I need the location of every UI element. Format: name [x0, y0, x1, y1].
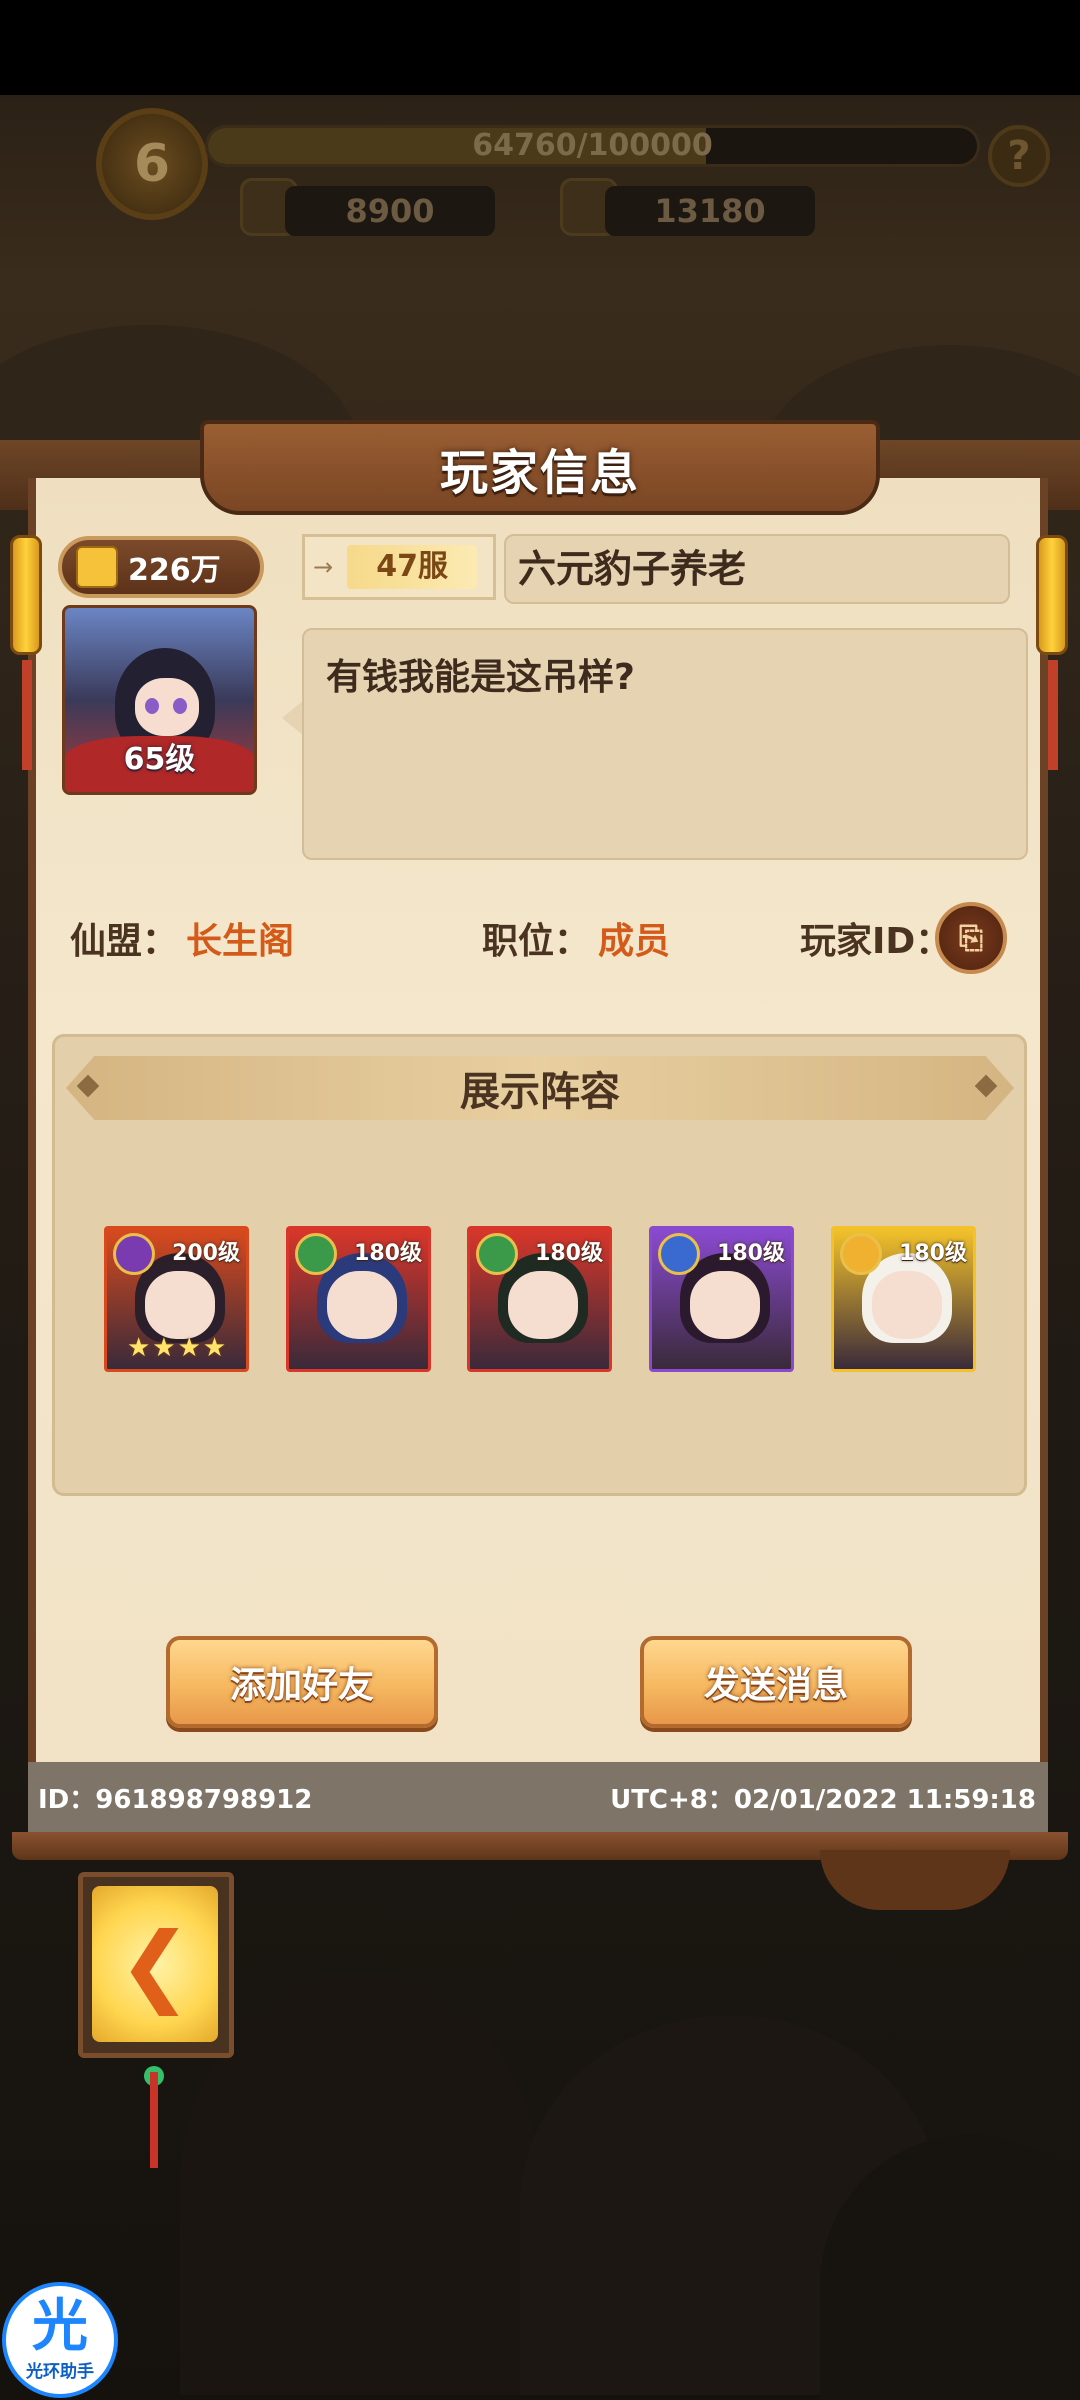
lineup-hero-card[interactable]: 200级 ★★★★ — [104, 1226, 249, 1372]
alliance-label: 仙盟： — [70, 921, 179, 962]
left-lantern — [10, 535, 42, 655]
faction-icon — [113, 1233, 155, 1275]
back-arrow-icon: ❮ — [118, 1912, 192, 2016]
lineup-banner: 展示阵容 — [66, 1056, 1014, 1120]
avatar-eye — [145, 698, 159, 714]
resource2-value: 13180 — [605, 186, 815, 236]
player-id-label: 玩家ID： — [800, 921, 952, 962]
faction-icon — [476, 1233, 518, 1275]
send-message-button[interactable]: 发送消息 — [640, 1636, 912, 1728]
avatar-level: 65级 — [123, 742, 196, 777]
hero-level: 200级 — [172, 1241, 240, 1266]
dialog-bottom-ornament — [820, 1850, 1010, 1910]
hero-face — [690, 1271, 760, 1339]
assistant-label: 光环助手 — [26, 2361, 94, 2382]
footer-id: ID：961898798912 — [38, 1784, 313, 1815]
footer-time: UTC+8：02/01/2022 11:59:18 — [610, 1784, 1036, 1815]
player-level-badge: 6 — [96, 108, 208, 220]
back-button[interactable]: ❮ — [92, 1886, 218, 2042]
combat-power-value: 226万 — [128, 553, 221, 588]
copy-id-button[interactable]: ⎘ — [935, 902, 1007, 974]
faction-icon — [658, 1233, 700, 1275]
server-tag: → 47服 — [302, 534, 496, 600]
dialog-title: 玩家信息 — [439, 444, 640, 501]
lineup-hero-card[interactable]: 180级 — [286, 1226, 431, 1372]
fist-icon — [76, 546, 118, 588]
server-label: 47服 — [347, 545, 478, 589]
alliance-value[interactable]: 长生阁 — [186, 912, 294, 964]
assistant-logo-icon: 光 — [32, 2293, 88, 2359]
hero-stars: ★★★★ — [127, 1333, 229, 1363]
resource1-value: 8900 — [285, 186, 495, 236]
speech-tail — [282, 700, 304, 736]
player-name: 六元豹子养老 — [504, 534, 1010, 604]
hero-level: 180级 — [899, 1241, 967, 1266]
player-avatar[interactable]: 65级 — [62, 605, 257, 795]
position-value: 成员 — [598, 921, 671, 962]
signature-box: 有钱我能是这吊样? — [302, 628, 1028, 860]
tassel-string — [150, 2072, 158, 2168]
copy-icon: ⎘ — [959, 920, 983, 956]
position-label: 职位： — [482, 921, 591, 962]
right-post — [1048, 660, 1058, 770]
signature-text: 有钱我能是这吊样? — [326, 657, 635, 698]
lineup-hero-card[interactable]: 180级 — [649, 1226, 794, 1372]
assistant-badge[interactable]: 光 光环助手 — [2, 2282, 118, 2398]
hero-face — [145, 1271, 215, 1339]
hero-face — [327, 1271, 397, 1339]
hero-level: 180级 — [535, 1241, 603, 1266]
add-friend-button[interactable]: 添加好友 — [166, 1636, 438, 1728]
experience-text: 64760/100000 — [472, 128, 713, 163]
lineup-hero-card[interactable]: 180级 — [831, 1226, 976, 1372]
help-button[interactable]: ? — [988, 125, 1050, 187]
lineup-title: 展示阵容 — [460, 1069, 620, 1115]
lineup-hero-card[interactable]: 180级 — [467, 1226, 612, 1372]
faction-icon — [295, 1233, 337, 1275]
left-post — [22, 660, 32, 770]
hero-level: 180级 — [354, 1241, 422, 1266]
right-lantern — [1036, 535, 1068, 655]
hero-face — [872, 1271, 942, 1339]
combat-power-badge: 226万 — [58, 536, 264, 598]
avatar-eye — [173, 698, 187, 714]
hero-face — [508, 1271, 578, 1339]
info-footer: ID：961898798912 UTC+8：02/01/2022 11:59:1… — [28, 1762, 1048, 1832]
faction-icon — [840, 1233, 882, 1275]
dialog-header: 玩家信息 — [200, 420, 880, 515]
hero-level: 180级 — [717, 1241, 785, 1266]
arrow-icon: → — [313, 553, 334, 581]
experience-bar: 64760/100000 — [205, 125, 980, 167]
